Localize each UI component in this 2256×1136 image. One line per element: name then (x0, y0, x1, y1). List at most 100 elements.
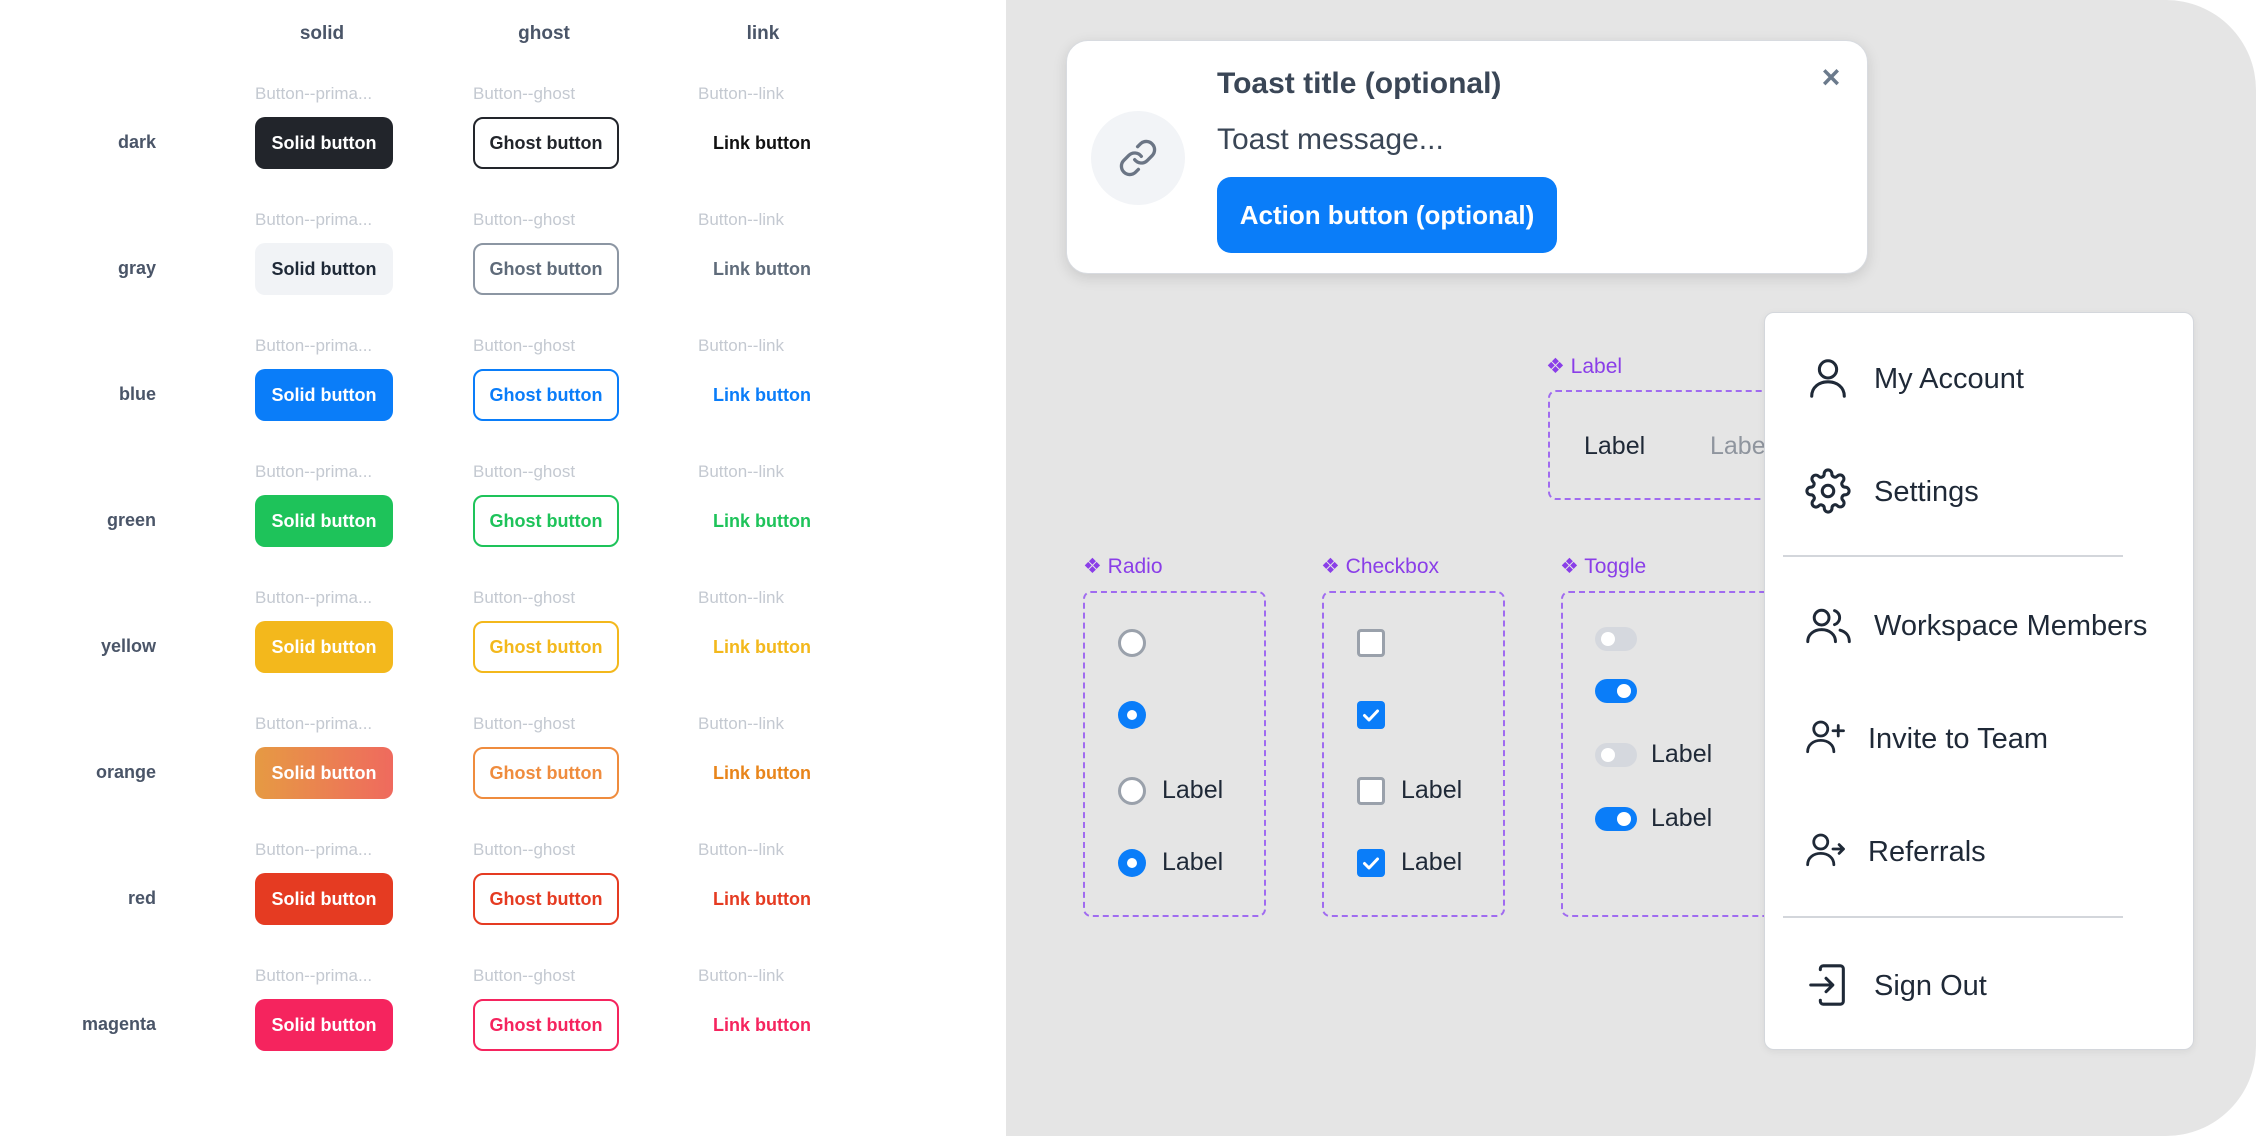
variant-caption: Button--link (698, 714, 784, 733)
radio-checked[interactable] (1118, 849, 1146, 877)
magenta-ghost-button[interactable]: Ghost button (473, 999, 619, 1051)
menu-item-referrals[interactable]: Referrals (1765, 816, 2193, 886)
red-solid-button[interactable]: Solid button (255, 873, 393, 925)
sign-out-icon (1805, 962, 1851, 1013)
dark-solid-button[interactable]: Solid button (255, 117, 393, 169)
orange-ghost-button[interactable]: Ghost button (473, 747, 619, 799)
checkbox-label: Label (1401, 776, 1463, 804)
toggle-knob (1617, 812, 1631, 826)
variant-caption: Button--link (698, 462, 784, 481)
label-component-tag: ❖ Label (1546, 355, 1623, 378)
check-icon (1363, 709, 1379, 722)
toggle-knob (1617, 684, 1631, 698)
button-variants-panel: solid ghost link dark Button--prima... Sol… (0, 0, 1006, 1136)
radio-component-tag: ❖ Radio (1083, 555, 1163, 578)
variant-caption: Button--link (698, 966, 784, 985)
variant-caption: Button--prima... (255, 840, 373, 859)
toggle-off[interactable] (1595, 743, 1637, 767)
gray-ghost-button[interactable]: Ghost button (473, 243, 619, 295)
variant-caption: Button--ghost (473, 966, 576, 985)
variant-caption: Button--link (698, 210, 784, 229)
menu-item-settings[interactable]: Settings (1765, 456, 2193, 526)
variant-caption: Button--ghost (473, 336, 576, 355)
toast-message: Toast message... (1217, 123, 1444, 156)
variant-caption: Button--ghost (473, 588, 576, 607)
checkbox-component-tag: ❖ Checkbox (1321, 555, 1440, 578)
check-icon (1363, 857, 1379, 870)
row-label-orange: orange (95, 762, 156, 782)
magenta-link-button[interactable]: Link button (692, 999, 832, 1051)
menu-item-label: Invite to Team (1868, 723, 2049, 755)
radio-unchecked[interactable] (1118, 777, 1146, 805)
column-header-ghost: ghost (518, 23, 570, 44)
toggle-off[interactable] (1595, 627, 1637, 651)
menu-item-workspace-members[interactable]: Workspace Members (1765, 590, 2193, 660)
variant-caption: Button--ghost (473, 462, 576, 481)
radio-component-frame: Label Label (1083, 591, 1266, 917)
green-link-button[interactable]: Link button (692, 495, 832, 547)
column-header-link: link (746, 23, 780, 44)
menu-item-label: Sign Out (1874, 970, 1987, 1002)
variant-caption: Button--prima... (255, 462, 373, 481)
label-item: Label (1584, 432, 1646, 460)
yellow-solid-button[interactable]: Solid button (255, 621, 393, 673)
dark-ghost-button[interactable]: Ghost button (473, 117, 619, 169)
variant-caption: Button--link (698, 84, 784, 103)
blue-link-button[interactable]: Link button (692, 369, 832, 421)
checkbox-checked[interactable] (1357, 849, 1385, 877)
variant-caption: Button--prima... (255, 714, 373, 733)
yellow-link-button[interactable]: Link button (692, 621, 832, 673)
user-icon (1805, 355, 1851, 406)
menu-item-label: Settings (1874, 476, 1979, 508)
toggle-label: Label (1651, 740, 1713, 768)
menu-item-my-account[interactable]: My Account (1765, 343, 2193, 413)
yellow-ghost-button[interactable]: Ghost button (473, 621, 619, 673)
red-link-button[interactable]: Link button (692, 873, 832, 925)
checkbox-unchecked[interactable] (1357, 777, 1385, 805)
row-label-gray: gray (117, 258, 156, 278)
label-component-frame: Label Labe (1548, 390, 1788, 500)
green-solid-button[interactable]: Solid button (255, 495, 393, 547)
checkbox-unchecked[interactable] (1357, 629, 1385, 657)
green-ghost-button[interactable]: Ghost button (473, 495, 619, 547)
radio-dot (1127, 710, 1137, 720)
orange-link-button[interactable]: Link button (692, 747, 832, 799)
gray-link-button[interactable]: Link button (692, 243, 832, 295)
blue-ghost-button[interactable]: Ghost button (473, 369, 619, 421)
radio-checked[interactable] (1118, 701, 1146, 729)
checkbox-checked[interactable] (1357, 701, 1385, 729)
variant-caption: Button--ghost (473, 210, 576, 229)
toggle-component-frame: Label Label (1561, 591, 1791, 917)
variant-caption: Button--link (698, 588, 784, 607)
row-label-blue: blue (118, 384, 156, 404)
dark-link-button[interactable]: Link button (692, 117, 832, 169)
menu-item-sign-out[interactable]: Sign Out (1765, 950, 2193, 1020)
variant-caption: Button--prima... (255, 84, 373, 103)
toggle-on[interactable] (1595, 679, 1637, 703)
menu-item-label: Referrals (1868, 836, 1986, 868)
variant-caption: Button--prima... (255, 588, 373, 607)
toggle-on[interactable] (1595, 807, 1637, 831)
toast-title: Toast title (optional) (1217, 67, 1502, 100)
row-label-dark: dark (117, 132, 156, 152)
radio-dot (1127, 858, 1137, 868)
orange-solid-button[interactable]: Solid button (255, 747, 393, 799)
row-label-red: red (127, 888, 156, 908)
toast-action-button[interactable]: Action button (optional) (1217, 177, 1557, 253)
red-ghost-button[interactable]: Ghost button (473, 873, 619, 925)
blue-solid-button[interactable]: Solid button (255, 369, 393, 421)
radio-unchecked[interactable] (1118, 629, 1146, 657)
gray-solid-button[interactable]: Solid button (255, 243, 393, 295)
row-label-yellow: yellow (100, 636, 156, 656)
magenta-solid-button[interactable]: Solid button (255, 999, 393, 1051)
close-icon[interactable]: × (1813, 59, 1849, 95)
link-icon (1119, 139, 1157, 177)
toast: Toast title (optional) Toast message... … (1066, 40, 1868, 274)
variant-caption: Button--ghost (473, 840, 576, 859)
menu-divider (1783, 916, 2123, 918)
menu-item-label: My Account (1874, 363, 2024, 395)
gear-icon (1805, 468, 1851, 519)
menu-item-invite-to-team[interactable]: Invite to Team (1765, 703, 2193, 773)
radio-label: Label (1162, 776, 1224, 804)
account-menu: My Account Settings Workspace Members In… (1764, 312, 2194, 1050)
